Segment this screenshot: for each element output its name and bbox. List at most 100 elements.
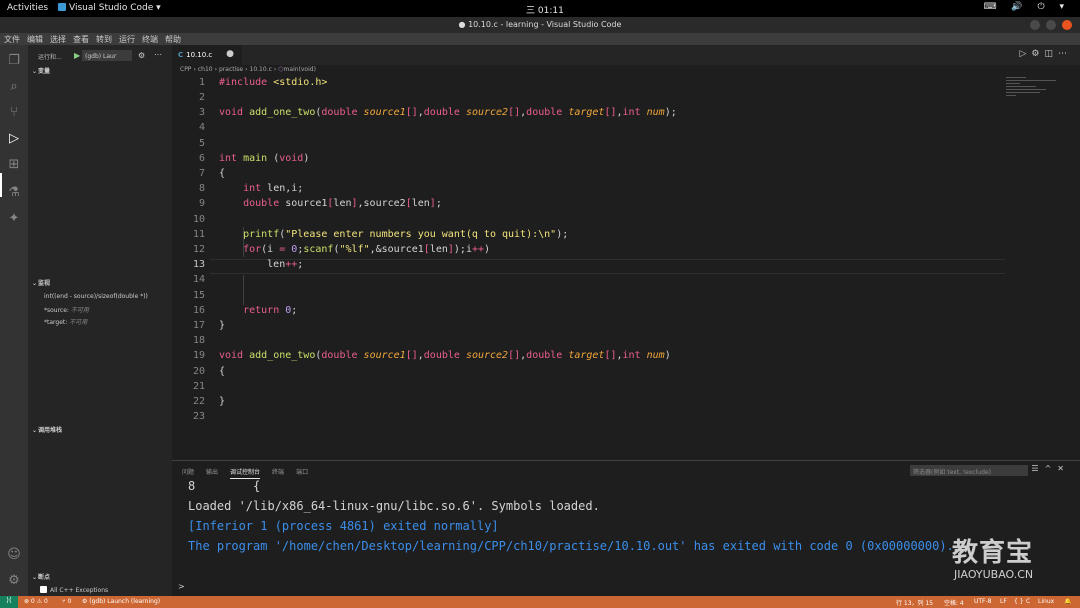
code-line: return 0;: [243, 305, 298, 316]
breakpoint-checkbox[interactable]: [40, 586, 47, 593]
settings-gear-icon[interactable]: ⚙: [1031, 49, 1044, 59]
watch-header-label: 监视: [38, 280, 51, 287]
run-debug-sidebar: 运行和... ▶ (gdb) Laur ⚙ ⋯ ⌄变量 ⌄监视 int((end…: [28, 45, 172, 596]
clock[interactable]: 三 01:11: [526, 3, 564, 16]
source-control-icon[interactable]: ⑂: [6, 105, 22, 121]
tab-problems[interactable]: 问题: [182, 469, 194, 476]
menu-edit[interactable]: 编辑: [23, 33, 46, 45]
menu-terminal[interactable]: 终端: [138, 33, 161, 45]
os-config[interactable]: Linux: [1038, 598, 1054, 605]
more-actions-icon[interactable]: ⋯: [154, 50, 162, 59]
breakpoints-section-header[interactable]: ⌄断点: [28, 572, 172, 584]
panel-tabs: 问题 输出 调试控制台 终端 端口: [182, 467, 320, 479]
vscode-icon: [58, 3, 66, 11]
menu-help[interactable]: 帮助: [161, 33, 184, 45]
variables-section-header[interactable]: ⌄变量: [28, 66, 172, 78]
tab-label: 10.10.c: [186, 51, 213, 59]
watch-item[interactable]: *target: 不可用: [44, 317, 87, 326]
line-number: 19: [192, 350, 205, 361]
menu-view[interactable]: 查看: [69, 33, 92, 45]
manage-gear-icon[interactable]: ⚙: [6, 573, 22, 589]
launch-config-select[interactable]: (gdb) Laur: [82, 50, 132, 61]
line-number: 9: [198, 198, 205, 209]
console-input-prompt[interactable]: >: [178, 582, 185, 591]
menu-go[interactable]: 转到: [92, 33, 115, 45]
ports-status[interactable]: ⑂ 0: [62, 598, 71, 605]
menu-file[interactable]: 文件: [0, 33, 23, 45]
app-menu-label: Visual Studio Code ▾: [69, 3, 161, 13]
line-number: 23: [192, 411, 205, 422]
watch-expr: *source:: [44, 307, 69, 314]
line-number: 3: [198, 107, 205, 118]
app-menu[interactable]: Visual Studio Code ▾: [58, 3, 161, 13]
eol[interactable]: LF: [1000, 598, 1007, 605]
language-mode[interactable]: C: [1026, 598, 1030, 605]
run-header: 运行和... ▶ (gdb) Laur ⚙ ⋯: [28, 45, 172, 65]
minimap[interactable]: [1006, 77, 1066, 107]
breadcrumb-item[interactable]: CPP: [180, 66, 191, 73]
launch-settings-gear-icon[interactable]: ⚙: [138, 51, 145, 60]
watch-section-header[interactable]: ⌄监视: [28, 278, 172, 290]
run-debug-icon[interactable]: ▷: [6, 131, 22, 147]
more-icon[interactable]: ⋯: [1058, 49, 1072, 59]
extensions-icon[interactable]: ⊞: [6, 157, 22, 173]
menu-selection[interactable]: 选择: [46, 33, 69, 45]
tab-output[interactable]: 输出: [206, 469, 218, 476]
line-number: 14: [192, 274, 205, 285]
line-number-current: 13: [192, 259, 205, 270]
menu-run[interactable]: 运行: [115, 33, 138, 45]
run-debug-menu-icon[interactable]: ▷: [1019, 49, 1031, 59]
activities-button[interactable]: Activities: [7, 3, 48, 13]
watermark-main: 教育宝: [952, 538, 1034, 568]
breakpoints-header-label: 断点: [38, 574, 51, 581]
tab-terminal[interactable]: 终端: [272, 469, 284, 476]
callstack-section-header[interactable]: ⌄调用堆栈: [28, 425, 172, 437]
problems-status[interactable]: ⊗ 0 ⚠ 0: [24, 598, 48, 605]
breadcrumb-item[interactable]: practise: [219, 66, 243, 73]
language-braces-icon[interactable]: { }: [1014, 598, 1024, 605]
launch-status[interactable]: ⚙ (gdb) Launch (learning): [82, 598, 160, 605]
line-number: 21: [192, 381, 205, 392]
notifications-bell-icon[interactable]: 🔔: [1064, 598, 1071, 605]
watermark-sub: JIAOYUBAO.CN: [954, 568, 1034, 581]
split-editor-icon[interactable]: ◫: [1044, 49, 1058, 59]
line-number: 20: [192, 366, 205, 377]
start-debugging-icon[interactable]: ▶: [74, 51, 80, 60]
watch-item[interactable]: *source: 不可用: [44, 305, 89, 314]
breakpoint-item[interactable]: All C++ Exceptions: [40, 586, 108, 594]
search-icon[interactable]: ⌕: [6, 79, 22, 95]
system-tray[interactable]: ⌨ 🔊 ⏻ ▾: [984, 2, 1070, 12]
watermark-logo: 教育宝 JIAOYUBAO.CN: [948, 528, 1068, 588]
code-line: }: [219, 320, 226, 331]
watch-item[interactable]: int((end - source)/sizeof(double *)): [44, 293, 148, 300]
filter-input[interactable]: 筛选器(例如 text, !exclude): [910, 465, 1028, 476]
breadcrumb-item[interactable]: main(void): [284, 66, 316, 73]
maximize-panel-icon[interactable]: ^: [1045, 464, 1058, 473]
cursor-position[interactable]: 行 13，列 15: [896, 598, 933, 607]
breadcrumb-item[interactable]: ch10: [198, 66, 213, 73]
console-line: The program '/home/chen/Desktop/learning…: [188, 539, 954, 553]
tab-10-10-c[interactable]: C 10.10.c ●: [172, 45, 242, 65]
remote-icon[interactable]: ⟩⟨: [0, 596, 18, 608]
maximize-button[interactable]: [1046, 20, 1056, 30]
console-line: Loaded '/lib/x86_64-linux-gnu/libc.so.6'…: [188, 499, 600, 513]
account-icon[interactable]: ☺: [6, 547, 22, 563]
tab-debug-console[interactable]: 调试控制台: [230, 469, 261, 479]
indent-guide: [243, 275, 244, 305]
tab-ports[interactable]: 端口: [296, 469, 308, 476]
code-line: {: [219, 366, 226, 377]
close-panel-icon[interactable]: ✕: [1057, 464, 1070, 473]
explorer-icon[interactable]: ❐: [6, 53, 22, 69]
code-line: {: [219, 168, 226, 179]
testing-icon[interactable]: ⚗: [6, 185, 22, 201]
close-button[interactable]: [1062, 20, 1072, 30]
minimize-button[interactable]: [1030, 20, 1040, 30]
encoding[interactable]: UTF-8: [974, 598, 992, 605]
breadcrumb-item[interactable]: 10.10.c: [250, 66, 272, 73]
line-number: 7: [198, 168, 205, 179]
clear-console-icon[interactable]: ☰: [1031, 464, 1044, 473]
unsaved-dot-icon[interactable]: ●: [226, 49, 234, 59]
python-icon[interactable]: ✦: [6, 211, 22, 227]
code-line: double source1[len],source2[len];: [243, 198, 442, 209]
indentation[interactable]: 空格: 4: [944, 598, 964, 607]
